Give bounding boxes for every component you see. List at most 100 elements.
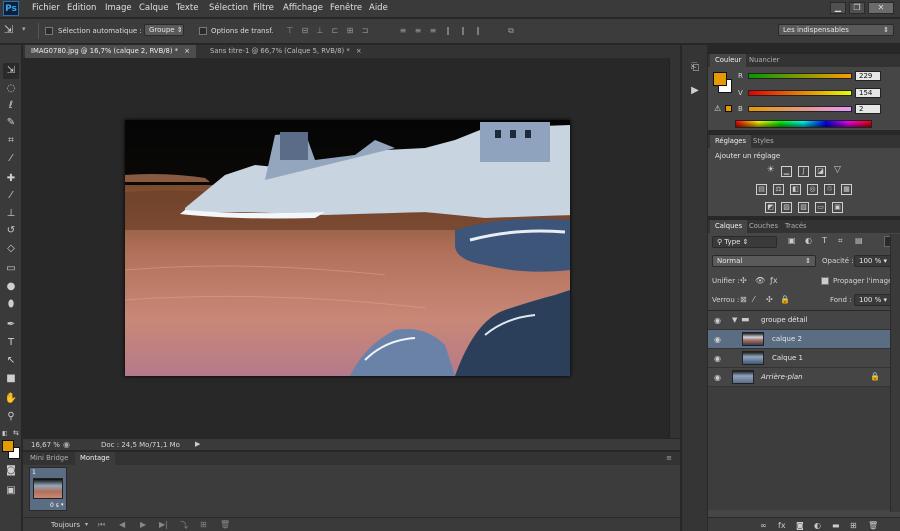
- color-spectrum-bar[interactable]: [735, 120, 872, 128]
- menu-fichier[interactable]: Fichier: [32, 3, 60, 13]
- menu-edition[interactable]: Edition: [67, 3, 96, 13]
- default-colors-icon[interactable]: ◧: [2, 430, 9, 437]
- blue-slider[interactable]: [748, 106, 852, 112]
- new-group-icon[interactable]: ▬: [832, 521, 840, 530]
- levels-icon[interactable]: ▁: [781, 166, 792, 177]
- tab-calques[interactable]: Calques: [710, 220, 748, 233]
- align-top-icon[interactable]: ⊤: [285, 26, 295, 36]
- eyedropper-tool-icon[interactable]: ⁄: [3, 151, 19, 167]
- align-vcenter-icon[interactable]: ⊟: [300, 26, 310, 36]
- distribute-vcenter-icon[interactable]: ≡: [413, 26, 423, 36]
- distribute-left-icon[interactable]: ‖: [443, 26, 453, 36]
- menu-fenetre[interactable]: Fenêtre: [330, 3, 362, 13]
- transform-controls-checkbox[interactable]: [199, 27, 207, 35]
- chevron-down-icon[interactable]: ▾: [22, 25, 26, 33]
- history-panel-icon[interactable]: ⎗: [687, 60, 703, 76]
- animation-frame[interactable]: 1 0 s ▾: [29, 467, 67, 511]
- zoom-level[interactable]: 16,67 %: [31, 441, 60, 449]
- auto-select-checkbox[interactable]: [45, 27, 53, 35]
- pen-tool-icon[interactable]: ✒: [3, 317, 19, 333]
- red-value[interactable]: 229: [855, 71, 881, 81]
- green-slider[interactable]: [748, 90, 852, 96]
- unify-style-icon[interactable]: ƒx: [770, 276, 778, 285]
- fill-field[interactable]: 100 % ▾: [854, 294, 892, 306]
- shape-tool-icon[interactable]: ■: [3, 371, 19, 387]
- threshold-icon[interactable]: ▧: [798, 202, 809, 213]
- filter-smart-object-icon[interactable]: ▤: [855, 236, 863, 245]
- vibrance-icon[interactable]: ▽: [832, 166, 843, 177]
- swap-colors-icon[interactable]: ⇆: [13, 429, 19, 437]
- new-adjustment-icon[interactable]: ◐: [814, 521, 821, 530]
- layer-row-groupe-detail[interactable]: ◉ ▼ ▬ groupe détail: [708, 311, 890, 330]
- filter-type-icon[interactable]: T: [822, 236, 827, 245]
- menu-texte[interactable]: Texte: [176, 3, 198, 13]
- channel-mixer-icon[interactable]: ♲: [824, 184, 835, 195]
- tab-traces[interactable]: Tracés: [780, 220, 812, 233]
- lock-transparent-icon[interactable]: ⊠: [740, 295, 747, 304]
- tab-couleur[interactable]: Couleur: [710, 54, 747, 67]
- menu-filtre[interactable]: Filtre: [253, 3, 274, 13]
- tab-montage[interactable]: Montage: [75, 452, 115, 465]
- blur-tool-icon[interactable]: ●: [3, 279, 19, 295]
- history-brush-tool-icon[interactable]: ↺: [3, 223, 19, 239]
- align-hcenter-icon[interactable]: ⊞: [345, 26, 355, 36]
- foreground-color-swatch-front[interactable]: [713, 72, 727, 86]
- photo-filter-icon[interactable]: ◎: [807, 184, 818, 195]
- distribute-right-icon[interactable]: ‖: [473, 26, 483, 36]
- distribute-hcenter-icon[interactable]: ‖: [458, 26, 468, 36]
- dodge-tool-icon[interactable]: ⬮: [3, 297, 19, 313]
- layer-filter-dropdown[interactable]: ⚲ Type ⇕: [712, 236, 777, 248]
- lock-pixels-icon[interactable]: ⁄: [753, 295, 754, 304]
- color-lookup-icon[interactable]: ▦: [841, 184, 852, 195]
- color-balance-icon[interactable]: ⚖: [773, 184, 784, 195]
- crop-tool-icon[interactable]: ⌗: [3, 133, 19, 149]
- align-bottom-icon[interactable]: ⊥: [315, 26, 325, 36]
- brightness-icon[interactable]: ☀: [765, 166, 776, 177]
- delete-layer-icon[interactable]: 🗑: [868, 521, 878, 530]
- screen-mode-icon[interactable]: ▣: [3, 483, 19, 499]
- selective-color-icon[interactable]: ▣: [832, 202, 843, 213]
- visibility-eye-icon[interactable]: ◉: [714, 335, 721, 344]
- previous-frame-icon[interactable]: ◀: [119, 520, 125, 529]
- menu-affichage[interactable]: Affichage: [283, 3, 323, 13]
- layers-scrollbar[interactable]: [890, 234, 900, 512]
- menu-image[interactable]: Image: [105, 3, 132, 13]
- clone-stamp-tool-icon[interactable]: ⊥: [3, 206, 19, 222]
- auto-select-dropdown[interactable]: Groupe ⇕: [144, 24, 184, 36]
- link-layers-icon[interactable]: ∞: [760, 521, 767, 530]
- gamut-warning-icon[interactable]: ⚠: [714, 104, 721, 113]
- hue-saturation-icon[interactable]: ▤: [756, 184, 767, 195]
- layer-row-calque-2[interactable]: ◉ calque 2: [708, 330, 890, 349]
- close-icon[interactable]: ✕: [868, 2, 894, 14]
- quick-select-tool-icon[interactable]: ✎: [3, 115, 19, 131]
- foreground-color-swatch[interactable]: [2, 440, 14, 452]
- eraser-tool-icon[interactable]: ◇: [3, 241, 19, 257]
- layer-name[interactable]: Calque 1: [772, 354, 803, 362]
- posterize-icon[interactable]: ▨: [781, 202, 792, 213]
- tab-mini-bridge[interactable]: Mini Bridge: [25, 452, 73, 465]
- align-left-icon[interactable]: ⊏: [330, 26, 340, 36]
- lasso-tool-icon[interactable]: ℓ: [3, 98, 19, 114]
- lock-all-icon[interactable]: 🔒: [780, 295, 790, 304]
- blend-mode-dropdown[interactable]: Normal ⇕: [712, 255, 816, 267]
- layer-name[interactable]: groupe détail: [761, 316, 808, 324]
- unify-visibility-icon[interactable]: 👁: [755, 276, 765, 285]
- chevron-down-icon[interactable]: ▾: [85, 521, 88, 528]
- group-expand-icon[interactable]: ▼: [732, 316, 737, 324]
- menu-aide[interactable]: Aide: [369, 3, 388, 13]
- new-layer-icon[interactable]: ⊞: [850, 521, 857, 530]
- workspace-dropdown[interactable]: Les indispensables ⇕: [778, 24, 894, 36]
- tab-styles[interactable]: Styles: [748, 135, 779, 148]
- hand-tool-icon[interactable]: ✋: [3, 391, 19, 407]
- filter-adjustment-icon[interactable]: ◐: [805, 236, 812, 245]
- gradient-tool-icon[interactable]: ▭: [3, 261, 19, 277]
- move-tool-icon[interactable]: ⇲: [3, 63, 19, 79]
- frame-delay[interactable]: 0 s: [50, 502, 59, 509]
- align-right-icon[interactable]: ⊐: [360, 26, 370, 36]
- next-frame-icon[interactable]: ▶|: [159, 520, 168, 529]
- delete-frame-icon[interactable]: 🗑: [220, 520, 230, 529]
- tab-reglages[interactable]: Réglages: [710, 135, 752, 148]
- tab-couches[interactable]: Couches: [744, 220, 783, 233]
- document-image[interactable]: [125, 120, 570, 376]
- gradient-map-icon[interactable]: ▭: [815, 202, 826, 213]
